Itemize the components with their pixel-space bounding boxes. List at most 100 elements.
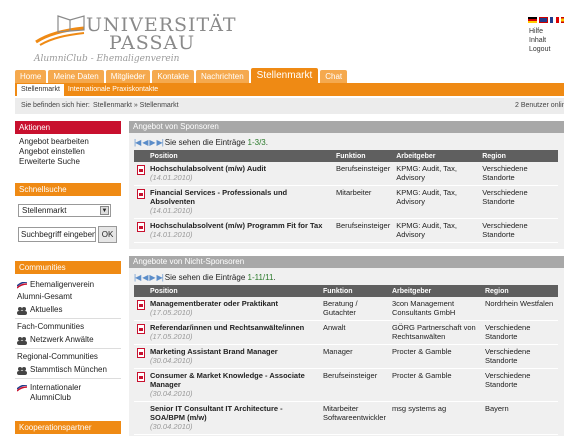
table-header-position[interactable]: Position [147, 285, 320, 297]
subtab-stellenmarkt[interactable]: Stellenmarkt [17, 84, 64, 96]
sponsoren-table: Position Funktion Arbeitgeber Region Hoc… [134, 150, 558, 243]
job-region: Verschiedene Standorte [481, 368, 558, 402]
job-title-link[interactable]: Marketing Assistant Brand Manager [150, 347, 278, 356]
angebot-bearbeiten-link[interactable]: Angebot bearbeiten [19, 137, 121, 147]
table-row[interactable]: Referendar/innen und Rechtsanwälte/innen… [134, 320, 558, 345]
last-page-icon[interactable]: ▶| [157, 137, 164, 148]
community-international[interactable]: Internationaler AlumniClub [15, 378, 121, 403]
pdf-icon[interactable] [137, 372, 145, 382]
table-header-funktion[interactable]: Funktion [320, 285, 389, 297]
table-header-region[interactable]: Region [481, 285, 558, 297]
schnellsuche-heading: Schnellsuche [15, 183, 121, 196]
job-region: Verschiedene Standorte [479, 218, 558, 243]
pdf-icon[interactable] [137, 165, 145, 175]
german-flag-icon[interactable] [528, 17, 537, 23]
sponsoren-pager: |◀ ◀ ▶ ▶| Sie sehen die Einträge 1-3/3. [134, 137, 558, 148]
tab-kontakte[interactable]: Kontakte [152, 70, 194, 83]
table-row[interactable]: Managementberater oder Praktikant (17.05.… [134, 297, 558, 321]
group-icon [17, 367, 27, 375]
pdf-icon[interactable] [137, 348, 145, 358]
pdf-icon[interactable] [137, 222, 145, 232]
table-header-funktion[interactable]: Funktion [333, 150, 394, 162]
community-group-fach: Fach-Communities [15, 318, 121, 335]
logo-subtitle: AlumniClub - Ehemaligenverein [34, 54, 180, 64]
table-row[interactable]: Hochschulabsolvent (m/w) Programm Fit fo… [134, 218, 558, 243]
university-logo-icon[interactable] [34, 12, 86, 46]
first-page-icon[interactable]: |◀ [134, 137, 141, 148]
first-page-icon[interactable]: |◀ [134, 272, 141, 283]
table-row[interactable]: Senior IT Consultant IT Architecture - S… [134, 401, 558, 435]
job-region: Verschiedene Standorte [481, 344, 558, 369]
job-funktion: Berufseinsteiger [333, 218, 394, 243]
help-link[interactable]: Hilfe [529, 27, 550, 36]
alumni-logo-icon [16, 384, 28, 392]
logo-passau-text: PASSAU [109, 32, 196, 54]
angebot-einstellen-link[interactable]: Angebot einstellen [19, 147, 121, 157]
community-netzwerk-anwaelte[interactable]: Netzwerk Anwälte [15, 335, 121, 345]
communities-heading: Communities [15, 261, 121, 274]
search-ok-button[interactable]: OK [98, 226, 117, 243]
job-title-link[interactable]: Managementberater oder Praktikant [150, 299, 278, 308]
table-header-arbeitgeber[interactable]: Arbeitgeber [388, 285, 482, 297]
community-stammtisch-muenchen[interactable]: Stammtisch München [15, 365, 121, 375]
job-arbeitgeber: KPMG: Audit, Tax, Advisory [393, 218, 480, 243]
community-ehemaligenverein[interactable]: Ehemaligenverein [15, 274, 121, 290]
chevron-down-icon[interactable]: ▼ [100, 206, 109, 215]
french-flag-icon[interactable] [550, 17, 559, 23]
nicht-sponsoren-title: Angebote von Nicht-Sponsoren [129, 256, 564, 268]
aktionen-links: Angebot bearbeiten Angebot einstellen Er… [15, 134, 121, 167]
kooperation-heading: Kooperationspartner [15, 421, 121, 434]
next-page-icon[interactable]: ▶ [149, 137, 155, 148]
community-group-alumni: Alumni-Gesamt [17, 292, 73, 301]
pdf-icon[interactable] [137, 300, 145, 310]
erweiterte-suche-link[interactable]: Erweiterte Suche [19, 157, 121, 167]
subtab-praxiskontakte[interactable]: Internationale Praxiskontakte [64, 83, 162, 96]
job-title-link[interactable]: Hochschulabsolvent (m/w) Audit [150, 164, 266, 173]
tab-chat[interactable]: Chat [320, 70, 348, 83]
job-title-link[interactable]: Referendar/innen und Rechtsanwälte/innen [150, 323, 304, 332]
tab-home[interactable]: Home [15, 70, 47, 83]
job-funktion: Beratung / Gutachter [320, 297, 389, 321]
tab-stellenmarkt[interactable]: Stellenmarkt [250, 68, 319, 83]
community-aktuelles[interactable]: Aktuelles [15, 305, 121, 315]
table-header-arbeitgeber[interactable]: Arbeitgeber [393, 150, 480, 162]
job-title-link[interactable]: Senior IT Consultant IT Architecture - S… [150, 404, 283, 422]
job-title-link[interactable]: Consumer & Market Knowledge - Associate … [150, 371, 305, 389]
table-row[interactable]: Financial Services - Professionals und A… [134, 185, 558, 219]
table-header-icon [134, 150, 147, 162]
pdf-icon[interactable] [137, 189, 145, 199]
job-date: (14.01.2010) [150, 173, 193, 182]
table-row[interactable]: Hochschulabsolvent (m/w) Audit (14.01.201… [134, 162, 558, 186]
table-row[interactable]: Marketing Assistant Brand Manager (30.04.… [134, 344, 558, 369]
job-funktion: Berufseinsteiger [333, 162, 394, 186]
job-date: (30.04.2010) [150, 422, 193, 431]
job-date: (30.04.2010) [150, 389, 193, 398]
prev-page-icon[interactable]: ◀ [142, 137, 148, 148]
table-header-position[interactable]: Position [147, 150, 333, 162]
tab-meine-daten[interactable]: Meine Daten [48, 70, 104, 83]
prev-page-icon[interactable]: ◀ [142, 272, 148, 283]
search-category-select[interactable]: Stellenmarkt ▼ [18, 204, 111, 217]
last-page-icon[interactable]: ▶| [157, 272, 164, 283]
breadcrumb-path[interactable]: Stellenmarkt » Stellenmarkt [93, 98, 179, 114]
table-header-icon [134, 285, 147, 297]
search-input[interactable]: Suchbegriff eingeben [18, 227, 96, 242]
tab-nachrichten[interactable]: Nachrichten [195, 70, 249, 83]
tab-mitglieder[interactable]: Mitglieder [105, 70, 151, 83]
group-icon [17, 337, 27, 345]
table-row[interactable]: Consumer & Market Knowledge - Associate … [134, 368, 558, 402]
job-title-link[interactable]: Hochschulabsolvent (m/w) Programm Fit fo… [150, 221, 322, 230]
logout-link[interactable]: Logout [529, 45, 550, 54]
sponsoren-title: Angebot von Sponsoren [129, 121, 564, 133]
pdf-icon[interactable] [137, 324, 145, 334]
content-link[interactable]: Inhalt [529, 36, 550, 45]
job-funktion: Mitarbeiter [333, 185, 394, 219]
community-stammtisch-label: Stammtisch München [30, 365, 107, 374]
job-region: Nordrhein Westfalen [481, 297, 558, 321]
next-page-icon[interactable]: ▶ [149, 272, 155, 283]
table-header-region[interactable]: Region [479, 150, 558, 162]
english-flag-icon[interactable] [539, 17, 548, 23]
job-date: (17.05.2010) [150, 308, 193, 317]
job-title-link[interactable]: Financial Services - Professionals und A… [150, 188, 287, 206]
job-date: (14.01.2010) [150, 230, 193, 239]
